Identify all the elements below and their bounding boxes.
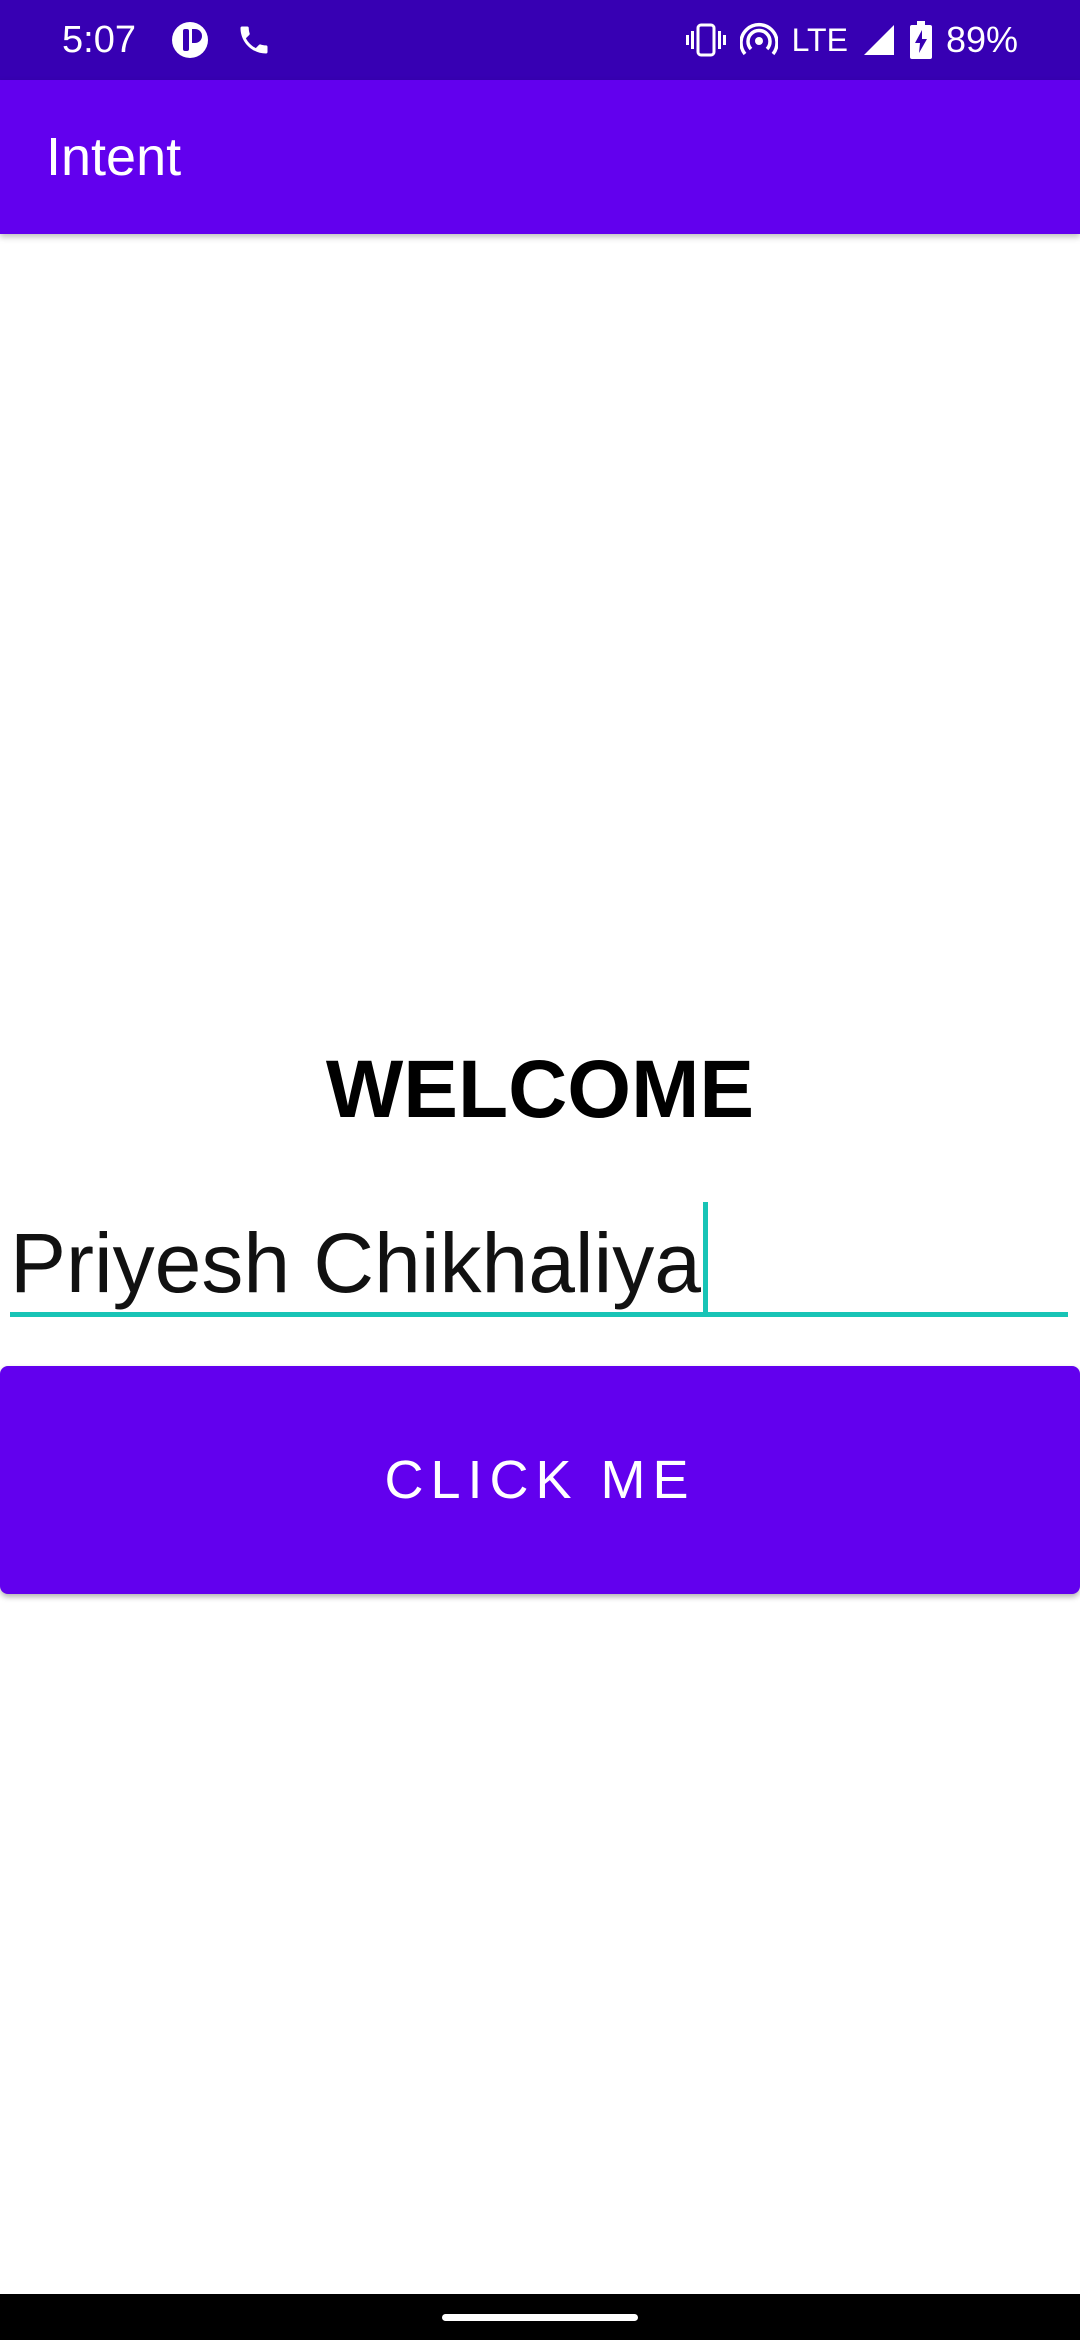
click-me-button[interactable]: CLICK ME	[0, 1366, 1080, 1594]
battery-charging-icon	[909, 21, 932, 59]
signal-icon	[862, 23, 896, 57]
status-time: 5:07	[62, 19, 136, 61]
hotspot-icon	[739, 21, 778, 59]
input-underline	[10, 1312, 1068, 1317]
app-title: Intent	[46, 127, 182, 187]
status-bar: 5:07 LTE 89%	[0, 0, 1080, 80]
phone-icon	[236, 22, 272, 58]
app-screen: 5:07 LTE 89% Intent WELCOME Priyesh Chik…	[0, 0, 1080, 2340]
network-type: LTE	[791, 21, 848, 58]
gesture-home-handle[interactable]	[442, 2314, 638, 2321]
name-input-value[interactable]: Priyesh Chikhaliya	[10, 1216, 701, 1310]
app-toolbar: Intent	[0, 80, 1080, 234]
notification-app-icon	[170, 20, 210, 60]
vibrate-icon	[685, 22, 726, 58]
welcome-heading: WELCOME	[325, 1044, 755, 1135]
battery-percent: 89%	[945, 19, 1018, 60]
status-right-icons: LTE 89%	[685, 16, 1018, 64]
navigation-bar	[0, 2294, 1080, 2340]
text-cursor	[702, 1202, 708, 1312]
status-left-icons	[170, 18, 272, 62]
name-input-field[interactable]: Priyesh Chikhaliya	[10, 1190, 1068, 1320]
name-input-text-wrap[interactable]: Priyesh Chikhaliya	[10, 1202, 708, 1313]
